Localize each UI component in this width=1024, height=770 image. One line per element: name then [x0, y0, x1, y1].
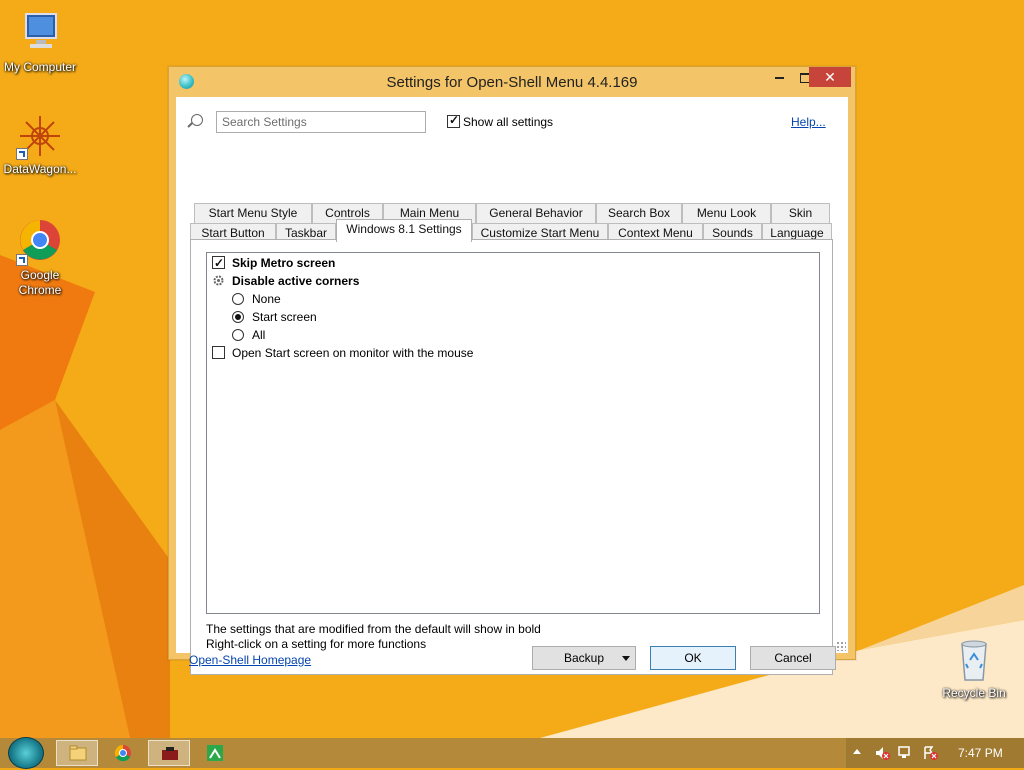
desktop-icon-datawagon[interactable]: DataWagon... — [0, 112, 80, 177]
start-button[interactable] — [8, 737, 44, 769]
none-radio[interactable] — [232, 293, 244, 305]
taskbar-app-2[interactable] — [148, 740, 190, 766]
cancel-button[interactable]: Cancel — [750, 646, 836, 670]
chrome-icon — [114, 744, 131, 762]
minimize-button[interactable] — [765, 67, 793, 87]
tab-general-behavior[interactable]: General Behavior — [476, 203, 596, 223]
skip-metro-checkbox[interactable] — [212, 254, 225, 272]
show-all-settings-checkbox[interactable] — [447, 113, 460, 128]
all-radio[interactable] — [232, 329, 244, 341]
title-bar[interactable]: Settings for Open-Shell Menu 4.4.169 ✕ — [169, 67, 855, 97]
computer-icon — [16, 10, 64, 58]
dropdown-arrow-icon — [622, 656, 630, 661]
start-screen-radio[interactable] — [232, 311, 244, 323]
taskbar-app-3[interactable] — [194, 740, 236, 766]
folder-icon — [69, 745, 87, 761]
disable-corners-label: Disable active corners — [232, 274, 360, 288]
shortcut-arrow-icon — [16, 148, 28, 160]
settings-tree[interactable]: Skip Metro screen Disable active corners… — [206, 252, 820, 614]
tab-skin[interactable]: Skin — [771, 203, 830, 223]
show-hidden-icons-icon[interactable] — [853, 749, 861, 754]
recycle-bin-icon — [950, 636, 998, 684]
close-icon: ✕ — [824, 69, 836, 85]
app-icon — [162, 747, 178, 760]
settings-client-area: Show all settings Help... Start Menu Sty… — [176, 97, 848, 675]
open-start-screen-checkbox[interactable] — [212, 346, 225, 359]
show-all-settings-label[interactable]: Show all settings — [463, 115, 553, 129]
settings-window: Settings for Open-Shell Menu 4.4.169 ✕ S… — [168, 66, 856, 675]
tab-panel: Skip Metro screen Disable active corners… — [190, 239, 833, 675]
clock[interactable]: 7:47 PM — [958, 746, 1003, 760]
search-input[interactable] — [216, 111, 426, 133]
search-icon — [191, 114, 203, 126]
desktop-icon-recycle-bin[interactable]: Recycle Bin — [934, 636, 1014, 701]
backup-button[interactable]: Backup — [532, 646, 636, 670]
window-title: Settings for Open-Shell Menu 4.4.169 — [386, 74, 638, 91]
note-bold-settings: The settings that are modified from the … — [206, 622, 541, 636]
taskbar-file-explorer[interactable] — [56, 740, 98, 766]
desktop-icon-google-chrome[interactable]: Google Chrome — [0, 218, 80, 298]
tab-search-box[interactable]: Search Box — [596, 203, 682, 223]
action-center-icon[interactable] — [922, 745, 938, 761]
start-screen-label: Start screen — [252, 310, 317, 324]
shortcut-arrow-icon — [16, 254, 28, 266]
none-label: None — [252, 292, 281, 306]
desktop-icon-my-computer[interactable]: My Computer — [0, 10, 80, 75]
note-right-click: Right-click on a setting for more functi… — [206, 637, 427, 651]
skip-metro-label: Skip Metro screen — [232, 256, 336, 270]
datawagon-icon — [16, 112, 64, 160]
volume-icon[interactable] — [874, 745, 890, 761]
taskbar: 7:47 PM — [0, 737, 1024, 769]
chrome-icon — [16, 218, 64, 266]
help-link[interactable]: Help... — [791, 115, 826, 129]
close-button[interactable]: ✕ — [809, 67, 851, 87]
tab-windows-8-1-settings[interactable]: Windows 8.1 Settings — [336, 219, 472, 242]
taskbar-chrome[interactable] — [102, 740, 144, 766]
tab-menu-look[interactable]: Menu Look — [682, 203, 771, 223]
backup-label: Backup — [563, 651, 605, 665]
ok-button[interactable]: OK — [650, 646, 736, 670]
resize-grip[interactable] — [836, 641, 846, 651]
all-label: All — [252, 328, 266, 342]
network-icon[interactable] — [898, 745, 914, 761]
green-app-icon — [207, 745, 223, 761]
open-start-screen-label: Open Start screen on monitor with the mo… — [232, 346, 474, 360]
gear-icon — [212, 274, 225, 287]
tab-start-menu-style[interactable]: Start Menu Style — [194, 203, 312, 223]
open-shell-homepage-link[interactable]: Open-Shell Homepage — [189, 653, 311, 667]
